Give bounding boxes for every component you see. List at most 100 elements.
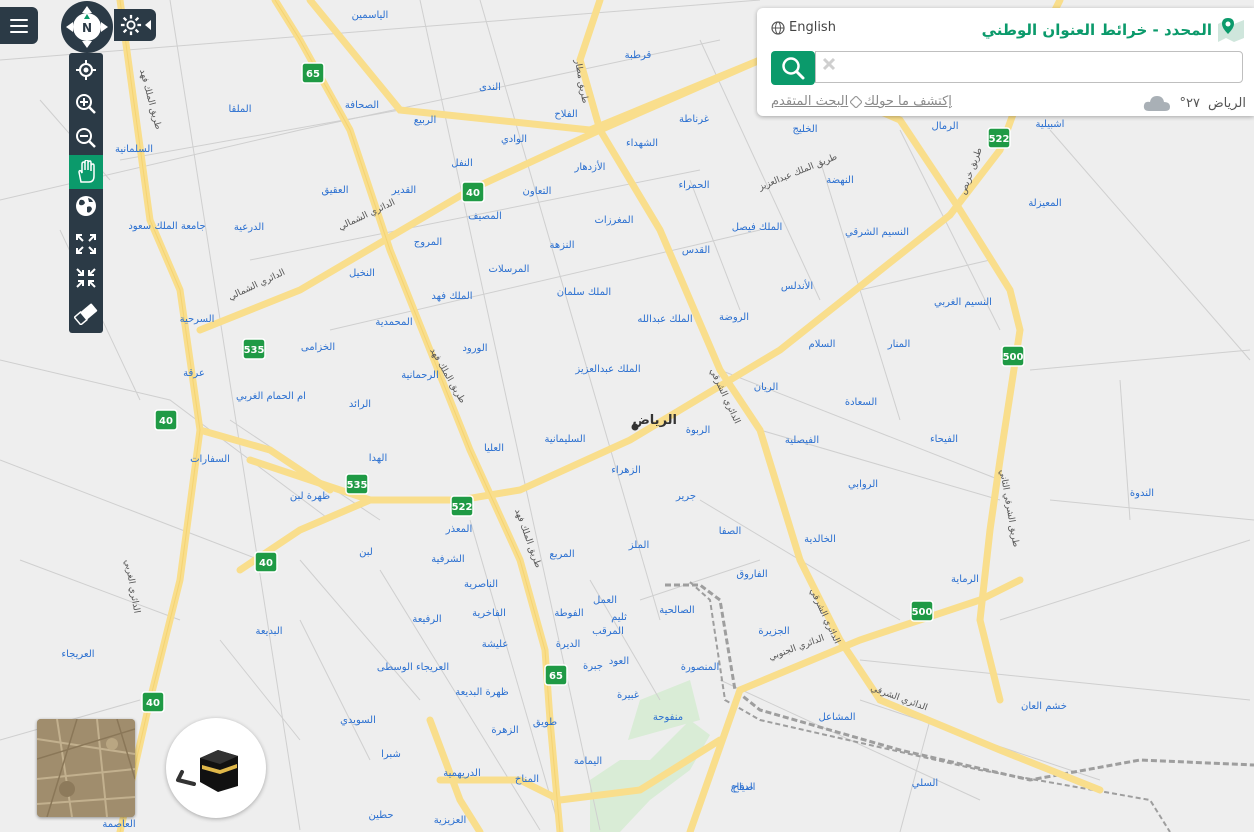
search-input[interactable] xyxy=(815,51,1243,83)
gear-icon xyxy=(120,14,141,36)
road-shield: 535 xyxy=(345,473,369,495)
eraser-button[interactable] xyxy=(69,297,103,331)
district-label: الرماية xyxy=(951,574,979,585)
district-label: منفوحة xyxy=(653,712,683,723)
district-label: الزهرة xyxy=(491,725,518,736)
district-label: الربوة xyxy=(686,425,711,436)
settings-button[interactable] xyxy=(114,9,156,41)
district-label: الياسمين xyxy=(352,10,389,21)
district-label: العمل xyxy=(593,595,617,606)
close-icon xyxy=(822,57,836,71)
district-label: المنصورة xyxy=(681,662,720,673)
district-label: الدريهمية xyxy=(443,768,480,779)
district-label: العريجاء الوسطى xyxy=(377,662,449,673)
globe-icon xyxy=(771,20,785,35)
cloud-icon xyxy=(1144,96,1171,111)
district-label: الفاروق xyxy=(736,569,767,580)
locate-button[interactable] xyxy=(69,53,103,87)
district-label: شبرا xyxy=(381,749,401,760)
explore-nearby-link[interactable]: إكتشف ما حولك xyxy=(864,94,952,109)
road-shield-number: 522 xyxy=(452,502,473,513)
menu-button[interactable] xyxy=(0,7,38,44)
district-label: السويدي xyxy=(340,715,376,726)
search-icon xyxy=(782,57,805,80)
zoom-out-icon xyxy=(76,128,96,148)
district-label: الصحافة xyxy=(345,100,379,111)
fullscreen-button[interactable] xyxy=(69,227,103,261)
clear-search-button[interactable] xyxy=(821,56,841,78)
district-label: الرمال xyxy=(931,121,958,132)
district-label: المحمدية xyxy=(375,317,412,328)
fullscreen-icon xyxy=(76,234,96,254)
road-shield-number: 40 xyxy=(146,698,160,709)
road-shield: 522 xyxy=(450,495,474,517)
district-label: الرفيعة xyxy=(412,614,441,625)
district-label: عرقة xyxy=(183,368,205,379)
district-label: القدير xyxy=(391,185,416,196)
brand: المحدد - خرائط العنوان الوطني xyxy=(982,18,1244,42)
district-label: المشاعل xyxy=(818,712,855,723)
compass-control[interactable]: N xyxy=(58,0,116,54)
district-label: خشم العان xyxy=(1021,701,1067,712)
district-label: المنار xyxy=(887,339,911,350)
district-label: الفوطة xyxy=(554,608,583,619)
language-switch[interactable]: English xyxy=(771,20,836,35)
map-canvas[interactable]: طريق الملك فهد طريق الملك فهد الدائري ال… xyxy=(0,0,1254,832)
district-label: الديرة xyxy=(556,639,581,650)
globe-button[interactable] xyxy=(69,189,103,223)
zoom-out-button[interactable] xyxy=(69,121,103,155)
district-label: الملك عبدالعزيز xyxy=(574,364,640,375)
search-button[interactable] xyxy=(771,51,815,85)
district-label: الخليج xyxy=(792,124,817,135)
district-label: المغرزات xyxy=(595,215,634,226)
district-label: الدرعية xyxy=(234,222,264,233)
district-label: العريجاء xyxy=(61,649,94,660)
district-label: السليمانية xyxy=(544,434,585,445)
district-label: الروابي xyxy=(848,479,878,490)
road-shield-number: 40 xyxy=(466,188,480,199)
road-shield: 40 xyxy=(141,691,165,713)
district-label: الناصرية xyxy=(464,579,498,590)
district-label: الفيصلية xyxy=(785,435,819,446)
exit-fullscreen-button[interactable] xyxy=(69,261,103,295)
district-label: التعاون xyxy=(523,186,552,197)
district-label: السلام xyxy=(809,339,836,350)
district-label: قرطبة xyxy=(625,50,652,61)
road-shield-number: 535 xyxy=(244,345,265,356)
pan-button[interactable] xyxy=(69,155,103,189)
satellite-layer-toggle[interactable] xyxy=(37,719,135,817)
district-label: الروضة xyxy=(719,312,749,323)
district-label: الندى xyxy=(479,82,501,93)
weather-city: الرياض xyxy=(1207,95,1246,111)
district-label: الأندلس xyxy=(781,279,813,292)
district-label: الوادي xyxy=(501,134,527,145)
road-shield-number: 522 xyxy=(989,134,1010,145)
district-label: السلمانية xyxy=(115,144,153,155)
district-label: العود xyxy=(609,656,629,667)
district-label: الندوة xyxy=(1130,488,1154,499)
district-label: الجزيرة xyxy=(758,626,789,637)
district-label: الزهراء xyxy=(611,465,641,476)
advanced-search-link[interactable]: البحث المتقدم xyxy=(771,94,848,109)
district-label: العليا xyxy=(484,443,504,454)
district-label: البديعة xyxy=(255,626,282,637)
road-shield-number: 40 xyxy=(259,558,273,569)
district-label: النسيم الشرقي xyxy=(845,227,909,238)
district-label: الفلاح xyxy=(554,109,577,120)
district-label: الرائد xyxy=(349,399,371,410)
district-label: السلي xyxy=(912,778,938,789)
road-shield: 500 xyxy=(910,600,934,622)
road-shield: 40 xyxy=(461,181,485,203)
district-label: الريان xyxy=(754,382,779,393)
brand-title: المحدد - خرائط العنوان الوطني xyxy=(981,21,1212,39)
district-label: المرسلات xyxy=(489,264,530,275)
district-label: النزهة xyxy=(550,240,575,251)
district-label: العزيزية xyxy=(434,815,467,826)
district-label: المرقب xyxy=(592,626,624,637)
district-label: صياح xyxy=(732,782,753,793)
qibla-widget[interactable] xyxy=(166,718,266,818)
district-label: الملك سلمان xyxy=(557,287,611,298)
zoom-in-button[interactable] xyxy=(69,87,103,121)
district-label: الصفا xyxy=(719,526,742,537)
satellite-layer-icon xyxy=(37,719,135,817)
